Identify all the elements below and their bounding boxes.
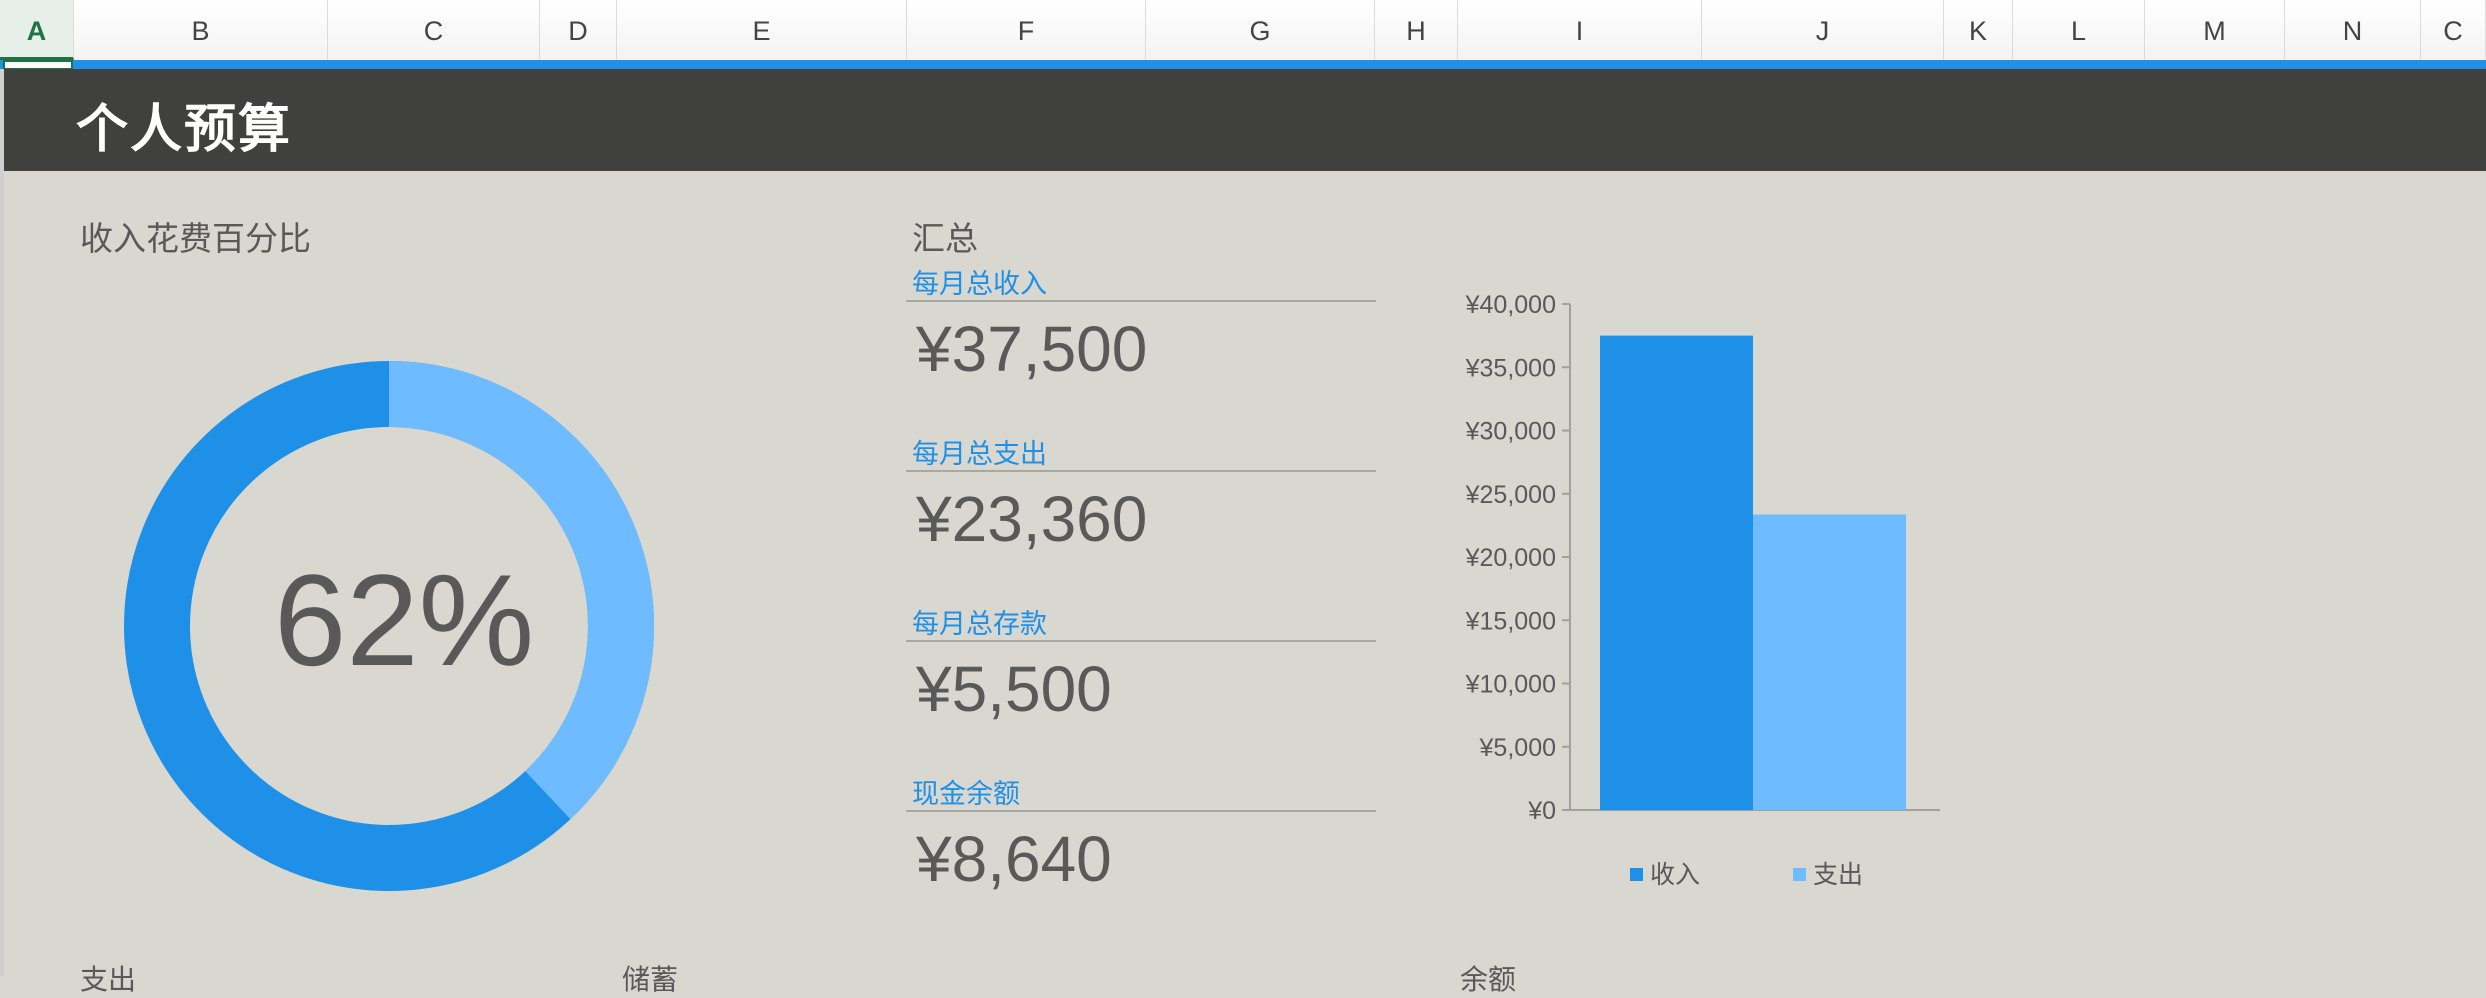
column-header-n[interactable]: N [2285, 0, 2421, 60]
legend-label-expense: 支出 [1813, 860, 1863, 889]
kpi-label-total-expense[interactable]: 每月总支出 [912, 432, 1047, 471]
column-header-k[interactable]: K [1944, 0, 2013, 60]
column-header-l[interactable]: L [2013, 0, 2145, 60]
y-tick-label: ¥40,000 [1465, 291, 1556, 319]
y-tick-label: ¥25,000 [1465, 481, 1556, 509]
kpi-divider [906, 470, 1376, 472]
y-tick-label: ¥0 [1527, 797, 1556, 825]
kpi-divider [906, 810, 1376, 812]
bar-income [1600, 335, 1753, 810]
donut-percent-label: 62% [274, 547, 535, 693]
kpi-value-cash-balance[interactable]: ¥8,640 [916, 822, 1112, 896]
summary-section-title[interactable]: 汇总 [912, 212, 978, 260]
y-tick-label: ¥5,000 [1479, 734, 1556, 762]
kpi-label-total-savings[interactable]: 每月总存款 [912, 602, 1047, 641]
column-header-f[interactable]: F [907, 0, 1146, 60]
y-tick-label: ¥30,000 [1465, 418, 1556, 446]
y-tick-label: ¥20,000 [1465, 544, 1556, 572]
column-header-m[interactable]: M [2145, 0, 2285, 60]
income-expense-bar-chart[interactable]: ¥0 ¥5,000 ¥10,000 ¥15,000 ¥20,000 ¥25,000 ¥30,… [1420, 280, 1980, 920]
column-header-c[interactable]: C [2421, 0, 2486, 60]
bar-expense [1753, 514, 1906, 810]
legend-label-income: 收入 [1650, 860, 1700, 889]
kpi-divider [906, 640, 1376, 642]
column-header-g[interactable]: G [1146, 0, 1375, 60]
column-header-h[interactable]: H [1375, 0, 1458, 60]
kpi-value-total-income[interactable]: ¥37,500 [916, 312, 1147, 386]
next-section-label: 支出 [80, 963, 137, 996]
kpi-value-total-savings[interactable]: ¥5,500 [916, 652, 1112, 726]
kpi-divider [906, 300, 1376, 302]
income-spent-donut-chart[interactable] [0, 0, 700, 960]
column-header-i[interactable]: I [1458, 0, 1702, 60]
kpi-label-cash-balance[interactable]: 现金余额 [912, 772, 1020, 811]
legend-swatch-expense [1793, 868, 1806, 881]
y-tick-label: ¥35,000 [1465, 354, 1556, 382]
next-section-label: 储蓄 [622, 963, 679, 996]
y-tick-label: ¥10,000 [1465, 671, 1556, 699]
legend-swatch-income [1630, 868, 1643, 881]
kpi-label-total-income[interactable]: 每月总收入 [912, 262, 1047, 301]
column-header-j[interactable]: J [1702, 0, 1944, 60]
y-tick-label: ¥15,000 [1465, 607, 1556, 635]
kpi-value-total-expense[interactable]: ¥23,360 [916, 482, 1147, 556]
next-section-label: 余额 [1460, 963, 1517, 996]
